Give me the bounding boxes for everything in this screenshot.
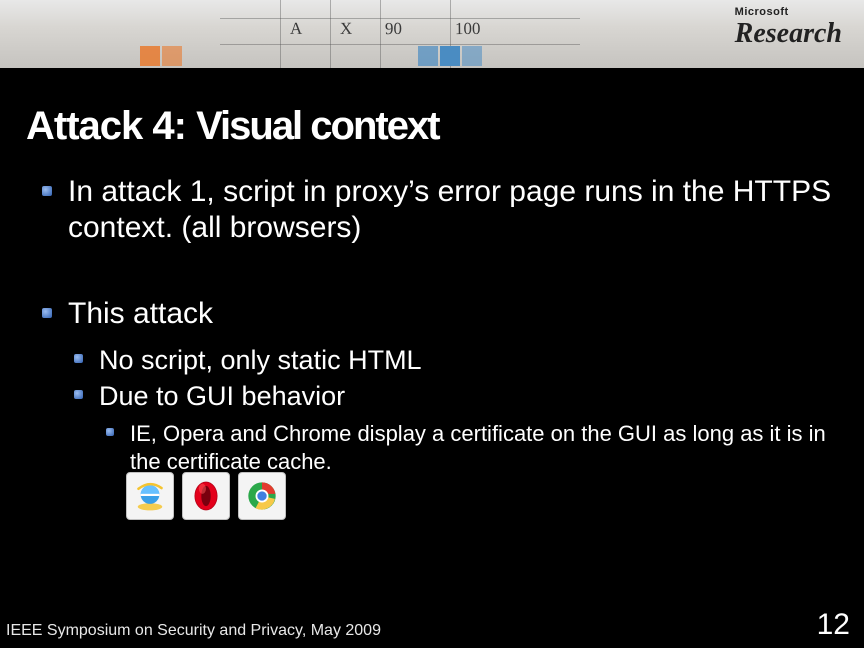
title-keywords: Visual context xyxy=(196,104,438,148)
bullet-icon xyxy=(42,308,52,318)
bullet-2-text: This attack xyxy=(68,296,213,332)
bullet-1-text: In attack 1, script in proxy’s error pag… xyxy=(68,174,848,246)
bullet-icon xyxy=(74,390,83,399)
slide-body: Attack 4: Visual context In attack 1, sc… xyxy=(0,68,864,648)
whiteboard-mark: 90 xyxy=(385,19,402,39)
bullet-2-2-1-text: IE, Opera and Chrome display a certifica… xyxy=(130,420,850,475)
brand-microsoft: Microsoft xyxy=(735,6,842,18)
page-number: 12 xyxy=(817,608,850,642)
ie-icon xyxy=(126,472,174,520)
whiteboard-mark: X xyxy=(340,19,352,39)
chrome-icon xyxy=(238,472,286,520)
bullet-icon xyxy=(42,186,52,196)
bullet-2: This attack xyxy=(42,296,213,332)
bullet-icon xyxy=(106,428,114,436)
slide-title: Attack 4: Visual context xyxy=(26,104,439,149)
whiteboard-mark: 100 xyxy=(455,19,481,39)
banner-whiteboard: A X 90 100 xyxy=(220,0,580,68)
bullet-2-2: Due to GUI behavior xyxy=(74,380,345,414)
brand-research: Research xyxy=(735,18,842,50)
banner: A X 90 100 Microsoft Research xyxy=(0,0,864,68)
whiteboard-mark: A xyxy=(290,19,302,39)
bullet-icon xyxy=(74,354,83,363)
banner-orange-squares xyxy=(140,46,215,68)
microsoft-research-logo: Microsoft Research xyxy=(735,6,842,50)
title-prefix: Attack 4: xyxy=(26,104,196,148)
opera-icon xyxy=(182,472,230,520)
bullet-2-2-1: IE, Opera and Chrome display a certifica… xyxy=(106,420,850,475)
banner-blue-squares xyxy=(418,46,493,68)
browser-icons-row xyxy=(126,472,286,520)
bullet-2-1: No script, only static HTML xyxy=(74,344,422,378)
bullet-2-2-text: Due to GUI behavior xyxy=(99,380,345,414)
bullet-1: In attack 1, script in proxy’s error pag… xyxy=(42,174,848,246)
footer-venue: IEEE Symposium on Security and Privacy, … xyxy=(6,622,381,640)
bullet-2-1-text: No script, only static HTML xyxy=(99,344,422,378)
